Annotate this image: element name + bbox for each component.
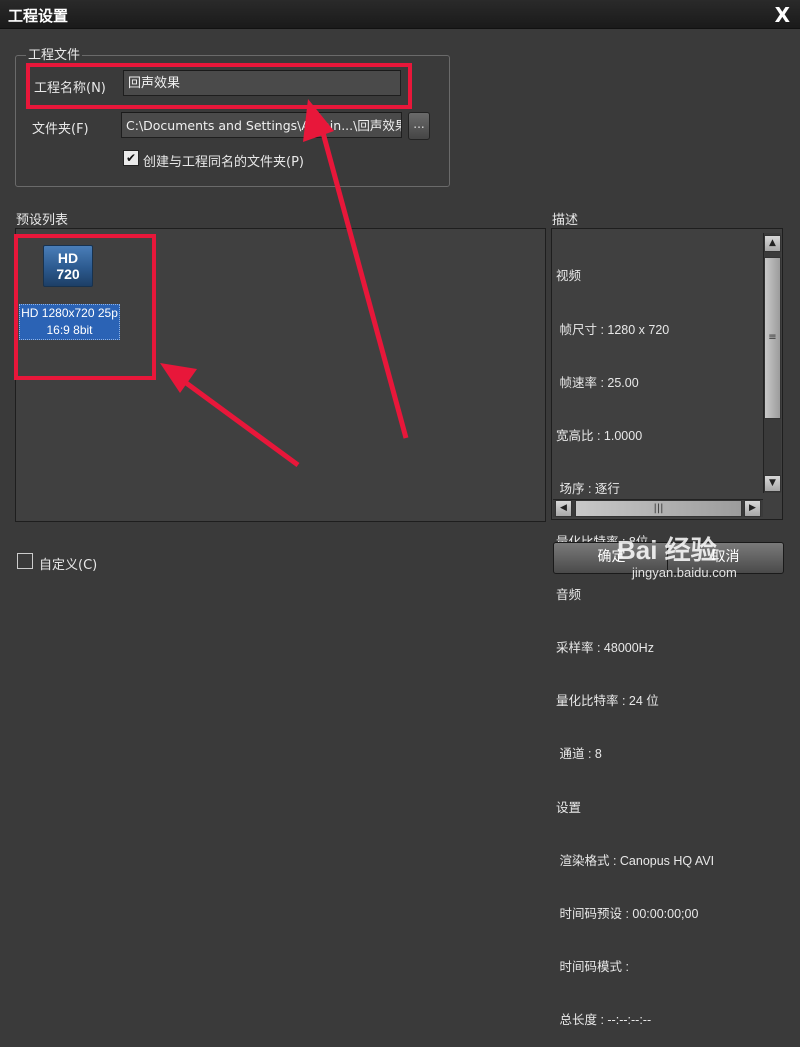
desc-line: 通道 : 8 xyxy=(556,747,602,762)
desc-line: 采样率 : 48000Hz xyxy=(556,641,654,656)
annotation-arrow-head-1 xyxy=(303,99,334,142)
annotation-arrows xyxy=(160,99,409,468)
annotation-arrow-line-1 xyxy=(316,117,409,439)
desc-line: 时间码模式 : xyxy=(556,959,629,974)
desc-line: 总长度 : --:--:--:-- xyxy=(556,1012,652,1027)
desc-line: 设置 xyxy=(556,800,582,815)
desc-line: 时间码预设 : 00:00:00;00 xyxy=(556,906,699,921)
desc-line: 量化比特率 : 24 位 xyxy=(556,694,659,709)
watermark-url: jingyan.baidu.com xyxy=(632,565,737,580)
annotation-arrow-line-2 xyxy=(176,374,300,468)
desc-line: 渲染格式 : Canopus HQ AVI xyxy=(556,853,715,868)
watermark-brand: Bai 经验 xyxy=(617,535,717,565)
